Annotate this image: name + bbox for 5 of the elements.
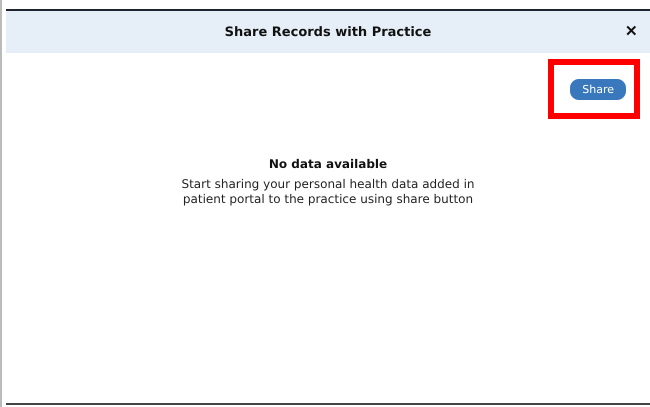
close-button[interactable]: ✕ <box>625 22 638 40</box>
share-button[interactable]: Share <box>570 79 626 100</box>
empty-message: Start sharing your personal health data added in patient portal to the practice using share button <box>180 177 476 207</box>
dialog-title: Share Records with Practice <box>224 24 432 40</box>
empty-title: No data available <box>268 157 388 171</box>
